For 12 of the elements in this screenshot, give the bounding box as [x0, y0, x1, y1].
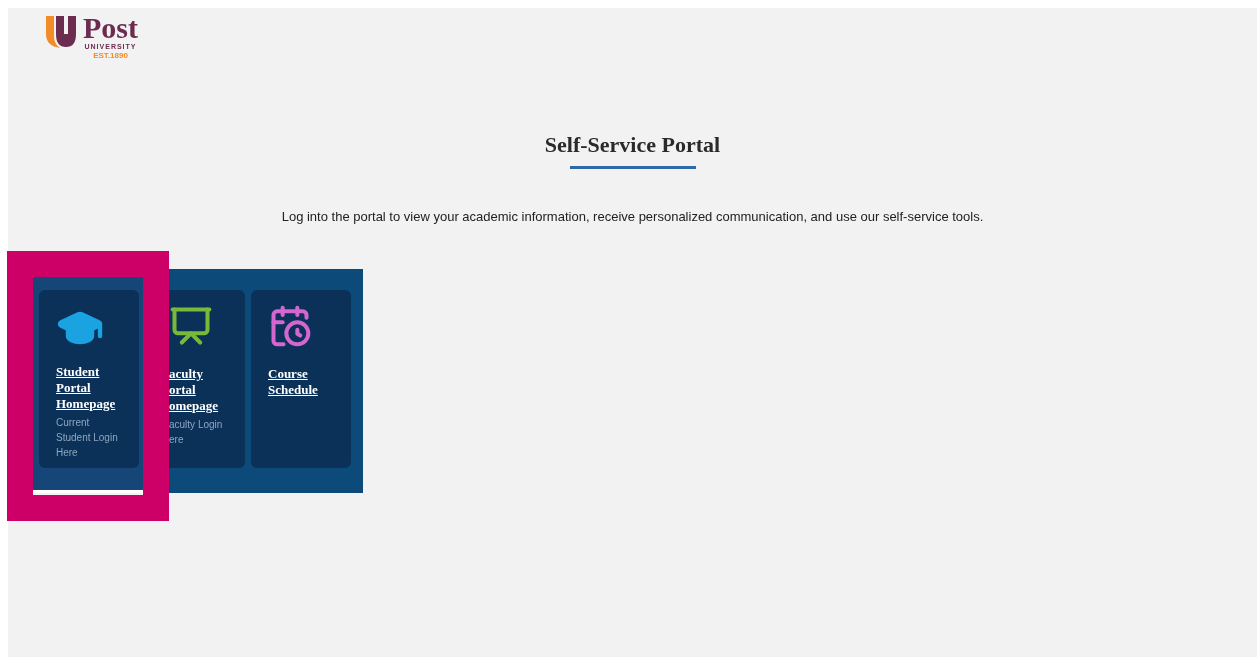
- portal-tile[interactable]: Student Portal Homepage Current Student Login Here: [39, 289, 139, 468]
- calendar-clock-icon: [268, 303, 312, 348]
- intro-text: Log into the portal to view your academic information, receive personalized communication, and use our self-service tools.: [281, 208, 984, 226]
- tile-description: Current Student Login Here: [56, 415, 119, 460]
- tile-title: aculty ortal omepage: [169, 365, 220, 414]
- tile-title: Student Portal Homepage: [56, 363, 117, 412]
- tile-description: aculty Login ere: [169, 417, 224, 447]
- tile-title: Course Schedule: [268, 365, 319, 398]
- logo-name: Post: [83, 14, 138, 42]
- page-title: Self-Service Portal: [544, 132, 721, 158]
- portal-tile[interactable]: Course Schedule: [251, 289, 351, 468]
- logo-tagline: EST.1890: [93, 51, 128, 60]
